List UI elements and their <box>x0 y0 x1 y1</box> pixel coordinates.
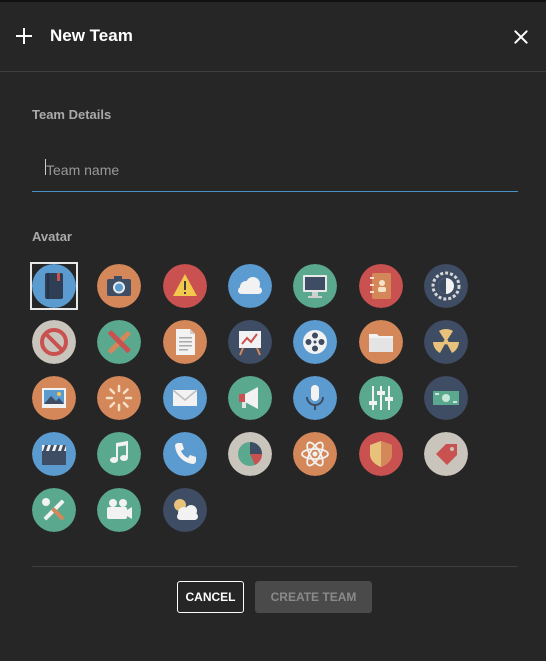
team-details-label: Team Details <box>32 107 112 122</box>
avatar-option[interactable] <box>359 432 403 476</box>
dialog-title: New Team <box>50 26 133 45</box>
tag-icon <box>424 432 468 476</box>
avatar-option[interactable] <box>424 432 468 476</box>
team-name-input[interactable] <box>32 148 518 192</box>
avatar-option[interactable] <box>163 432 207 476</box>
avatar-option[interactable] <box>32 488 76 532</box>
phone-icon <box>163 432 207 476</box>
presentation-icon <box>228 320 272 364</box>
music-icon <box>97 432 141 476</box>
camera-icon <box>97 264 141 308</box>
selected-avatar-frame <box>30 262 78 310</box>
avatar-label: Avatar <box>32 229 72 244</box>
cancel-button[interactable]: CANCEL <box>177 581 244 613</box>
clapperboard-icon <box>32 432 76 476</box>
avatar-option[interactable] <box>97 376 141 420</box>
avatar-option[interactable] <box>30 262 78 310</box>
avatar-option[interactable] <box>228 376 272 420</box>
create-team-button[interactable]: CREATE TEAM <box>255 581 372 613</box>
avatar-option[interactable] <box>97 320 141 364</box>
picture-icon <box>32 376 76 420</box>
folder-icon <box>359 320 403 364</box>
avatar-option[interactable] <box>424 376 468 420</box>
microphone-icon <box>293 376 337 420</box>
avatar-option[interactable] <box>163 264 207 308</box>
avatar-option[interactable] <box>163 488 207 532</box>
loading-icon <box>97 376 141 420</box>
pie-chart-icon <box>228 432 272 476</box>
sliders-icon <box>359 376 403 420</box>
avatar-option[interactable] <box>359 320 403 364</box>
film-reel-icon <box>293 320 337 364</box>
monitor-icon <box>293 264 337 308</box>
avatar-option[interactable] <box>163 376 207 420</box>
mail-icon <box>163 376 207 420</box>
avatar-option[interactable] <box>228 320 272 364</box>
avatar-option[interactable] <box>293 376 337 420</box>
shield-icon <box>359 432 403 476</box>
text-caret <box>45 159 46 175</box>
dialog-header: New Team <box>0 2 546 72</box>
avatar-option[interactable] <box>293 264 337 308</box>
weather-icon <box>163 488 207 532</box>
avatar-option[interactable] <box>228 432 272 476</box>
design-tools-icon <box>97 320 141 364</box>
brightness-icon <box>424 264 468 308</box>
cloud-icon <box>228 264 272 308</box>
avatar-option[interactable] <box>97 488 141 532</box>
radiation-icon <box>424 320 468 364</box>
avatar-option[interactable] <box>293 320 337 364</box>
megaphone-icon <box>228 376 272 420</box>
avatar-option[interactable] <box>97 432 141 476</box>
document-icon <box>163 320 207 364</box>
avatar-option[interactable] <box>359 376 403 420</box>
tools-icon <box>32 488 76 532</box>
avatar-option[interactable] <box>32 376 76 420</box>
atom-icon <box>293 432 337 476</box>
avatar-option[interactable] <box>293 432 337 476</box>
close-icon[interactable] <box>512 28 530 46</box>
avatar-option[interactable] <box>359 264 403 308</box>
avatar-option[interactable] <box>32 432 76 476</box>
address-book-icon <box>359 264 403 308</box>
no-entry-icon <box>32 320 76 364</box>
plus-icon <box>16 28 32 44</box>
avatar-option[interactable] <box>97 264 141 308</box>
money-icon <box>424 376 468 420</box>
avatar-option[interactable] <box>163 320 207 364</box>
avatar-option[interactable] <box>228 264 272 308</box>
warning-icon <box>163 264 207 308</box>
avatar-option[interactable] <box>424 320 468 364</box>
divider <box>32 566 518 567</box>
avatar-option[interactable] <box>424 264 468 308</box>
avatar-option[interactable] <box>32 320 76 364</box>
video-camera-icon <box>97 488 141 532</box>
